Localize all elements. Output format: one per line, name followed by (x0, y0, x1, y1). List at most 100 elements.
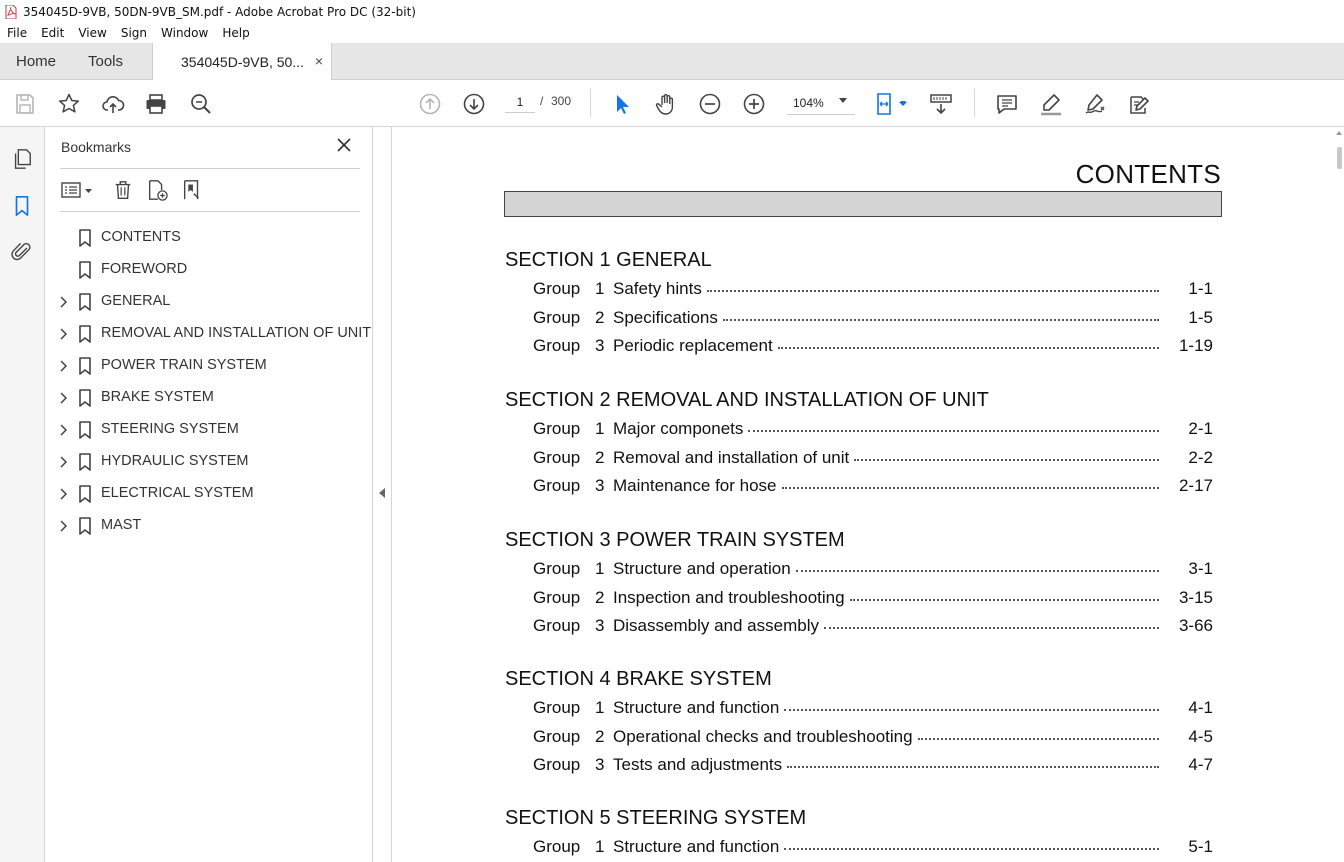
zoom-in-icon[interactable] (741, 91, 767, 117)
toc-entry[interactable]: Group 3 Tests and adjustments 4-7 (505, 751, 1225, 780)
chevron-right-icon[interactable] (58, 424, 68, 436)
chevron-right-icon[interactable] (58, 392, 68, 404)
bookmark-item[interactable]: POWER TRAIN SYSTEM (45, 350, 373, 382)
panel-divider (60, 168, 360, 169)
tab-home[interactable]: Home (16, 43, 56, 80)
bookmark-label: BRAKE SYSTEM (101, 389, 214, 405)
select-arrow-icon[interactable] (609, 91, 635, 117)
upload-icon[interactable] (100, 91, 126, 117)
menu-file[interactable]: File (0, 26, 34, 40)
chevron-right-icon[interactable] (58, 296, 68, 308)
toc-section-title[interactable]: SECTION 2 REMOVAL AND INSTALLATION OF UN… (505, 386, 1225, 415)
bookmark-item[interactable]: REMOVAL AND INSTALLATION OF UNIT (45, 318, 373, 350)
toc-group-number: 2 (595, 307, 605, 327)
menu-window[interactable]: Window (154, 26, 215, 40)
chevron-right-icon[interactable] (58, 520, 68, 532)
dot-leader (706, 279, 1159, 292)
toc-entry-title: Disassembly and assembly (613, 616, 819, 636)
tab-close-icon[interactable]: × (315, 53, 323, 69)
toc-entry[interactable]: Group 1 Safety hints 1-1 (505, 275, 1225, 304)
tab-tools[interactable]: Tools (88, 43, 123, 80)
scroll-mode-icon[interactable] (928, 91, 954, 117)
page-up-icon[interactable] (417, 91, 443, 117)
scrollbar-thumb[interactable] (1337, 147, 1342, 169)
zoom-search-icon[interactable] (188, 91, 214, 117)
delete-bookmark-icon[interactable] (110, 177, 136, 203)
toc-entry[interactable]: Group 2 Specifications 1-5 (505, 304, 1225, 333)
toc-title-leader: Tests and adjustments (613, 755, 1169, 775)
toc-section-title[interactable]: SECTION 3 POWER TRAIN SYSTEM (505, 526, 1225, 555)
toc-entry[interactable]: Group 3 Maintenance for hose 2-17 (505, 472, 1225, 501)
bookmark-search-icon[interactable] (179, 177, 205, 203)
menu-help[interactable]: Help (215, 26, 256, 40)
zoom-level-value: 104% (793, 95, 824, 110)
dot-leader (823, 616, 1159, 630)
toc-section-title[interactable]: SECTION 1 GENERAL (505, 246, 1225, 275)
menu-edit[interactable]: Edit (34, 26, 71, 40)
bookmark-item[interactable]: HYDRAULIC SYSTEM (45, 446, 373, 478)
attachments-icon[interactable] (10, 240, 34, 264)
bookmark-icon (78, 453, 92, 471)
toc-entry[interactable]: Group 2 Operational checks and troubleshoo… (505, 723, 1225, 752)
close-icon[interactable] (336, 137, 352, 153)
collapse-panel-icon[interactable] (379, 488, 385, 498)
bookmark-item[interactable]: FOREWORD (45, 254, 373, 286)
bookmark-item[interactable]: GENERAL (45, 286, 373, 318)
chevron-right-icon[interactable] (58, 360, 68, 372)
toc-title-leader: Structure and function (613, 698, 1169, 718)
menu-view[interactable]: View (71, 26, 113, 40)
toc-section-title[interactable]: SECTION 5 STEERING SYSTEM (505, 804, 1225, 833)
dot-leader (722, 308, 1159, 321)
pages-icon[interactable] (10, 147, 34, 171)
panel-splitter[interactable] (373, 127, 392, 862)
toc-section-title[interactable]: SECTION 4 BRAKE SYSTEM (505, 665, 1225, 694)
zoom-level-dropdown[interactable]: 104% (787, 91, 855, 115)
dot-leader (784, 837, 1159, 850)
hand-icon[interactable] (653, 91, 679, 117)
toc-entry[interactable]: Group 3 Disassembly and assembly 3-66 (505, 612, 1225, 641)
toc-group-number: 1 (595, 279, 605, 298)
bookmark-item[interactable]: MAST (45, 510, 373, 542)
zoom-out-icon[interactable] (697, 91, 723, 117)
bookmarks-icon[interactable] (10, 194, 34, 218)
fit-page-icon[interactable] (872, 91, 912, 117)
toc-entry[interactable]: Group 2 Removal and installation of unit 2-… (505, 444, 1225, 473)
star-icon[interactable] (56, 91, 82, 117)
toc-entry[interactable]: Group 1 Structure and function 5-1 (505, 833, 1225, 862)
bookmark-item[interactable]: STEERING SYSTEM (45, 414, 373, 446)
new-bookmark-icon[interactable] (144, 177, 170, 203)
bookmark-options-icon[interactable] (59, 177, 97, 203)
toc-title-leader: Structure and operation (613, 559, 1169, 579)
edit-icon[interactable] (1126, 91, 1152, 117)
bookmark-item[interactable]: CONTENTS (45, 222, 373, 254)
page-number-input[interactable] (505, 91, 535, 113)
tab-document[interactable]: 354045D-9VB, 50... × (152, 43, 332, 81)
chevron-right-icon[interactable] (58, 488, 68, 500)
toc-entry[interactable]: Group 1 Structure and function 4-1 (505, 694, 1225, 723)
toc-page-number: 4-5 (1188, 726, 1213, 746)
toc-page-number: 1-19 (1178, 336, 1213, 356)
window-title: 354045D-9VB, 50DN-9VB_SM.pdf - Adobe Acr… (23, 4, 416, 19)
toc-group-number: 1 (595, 559, 605, 578)
toc-title-leader: Structure and function (613, 837, 1169, 857)
print-icon[interactable] (143, 91, 169, 117)
chevron-right-icon[interactable] (58, 456, 68, 468)
save-icon[interactable] (12, 91, 38, 117)
toc-entry[interactable]: Group 1 Structure and operation 3-1 (505, 555, 1225, 584)
menu-sign[interactable]: Sign (114, 26, 154, 40)
bookmark-item[interactable]: BRAKE SYSTEM (45, 382, 373, 414)
highlight-icon[interactable] (1038, 91, 1064, 117)
toc-entry[interactable]: Group 1 Major componets 2-1 (505, 415, 1225, 444)
toc-group-number: 1 (595, 419, 605, 438)
comment-icon[interactable] (994, 91, 1020, 117)
toc-title-leader: Disassembly and assembly (613, 616, 1169, 636)
toc-group-number: 2 (595, 587, 605, 607)
bookmark-item[interactable]: ELECTRICAL SYSTEM (45, 478, 373, 510)
scroll-up-icon[interactable] (1336, 131, 1342, 135)
vertical-scrollbar[interactable] (1334, 127, 1344, 862)
page-down-icon[interactable] (461, 91, 487, 117)
sign-icon[interactable] (1082, 91, 1108, 117)
toc-entry[interactable]: Group 2 Inspection and troubleshooting 3-15 (505, 584, 1225, 613)
toc-entry[interactable]: Group 3 Periodic replacement 1-19 (505, 332, 1225, 361)
chevron-right-icon[interactable] (58, 328, 68, 340)
